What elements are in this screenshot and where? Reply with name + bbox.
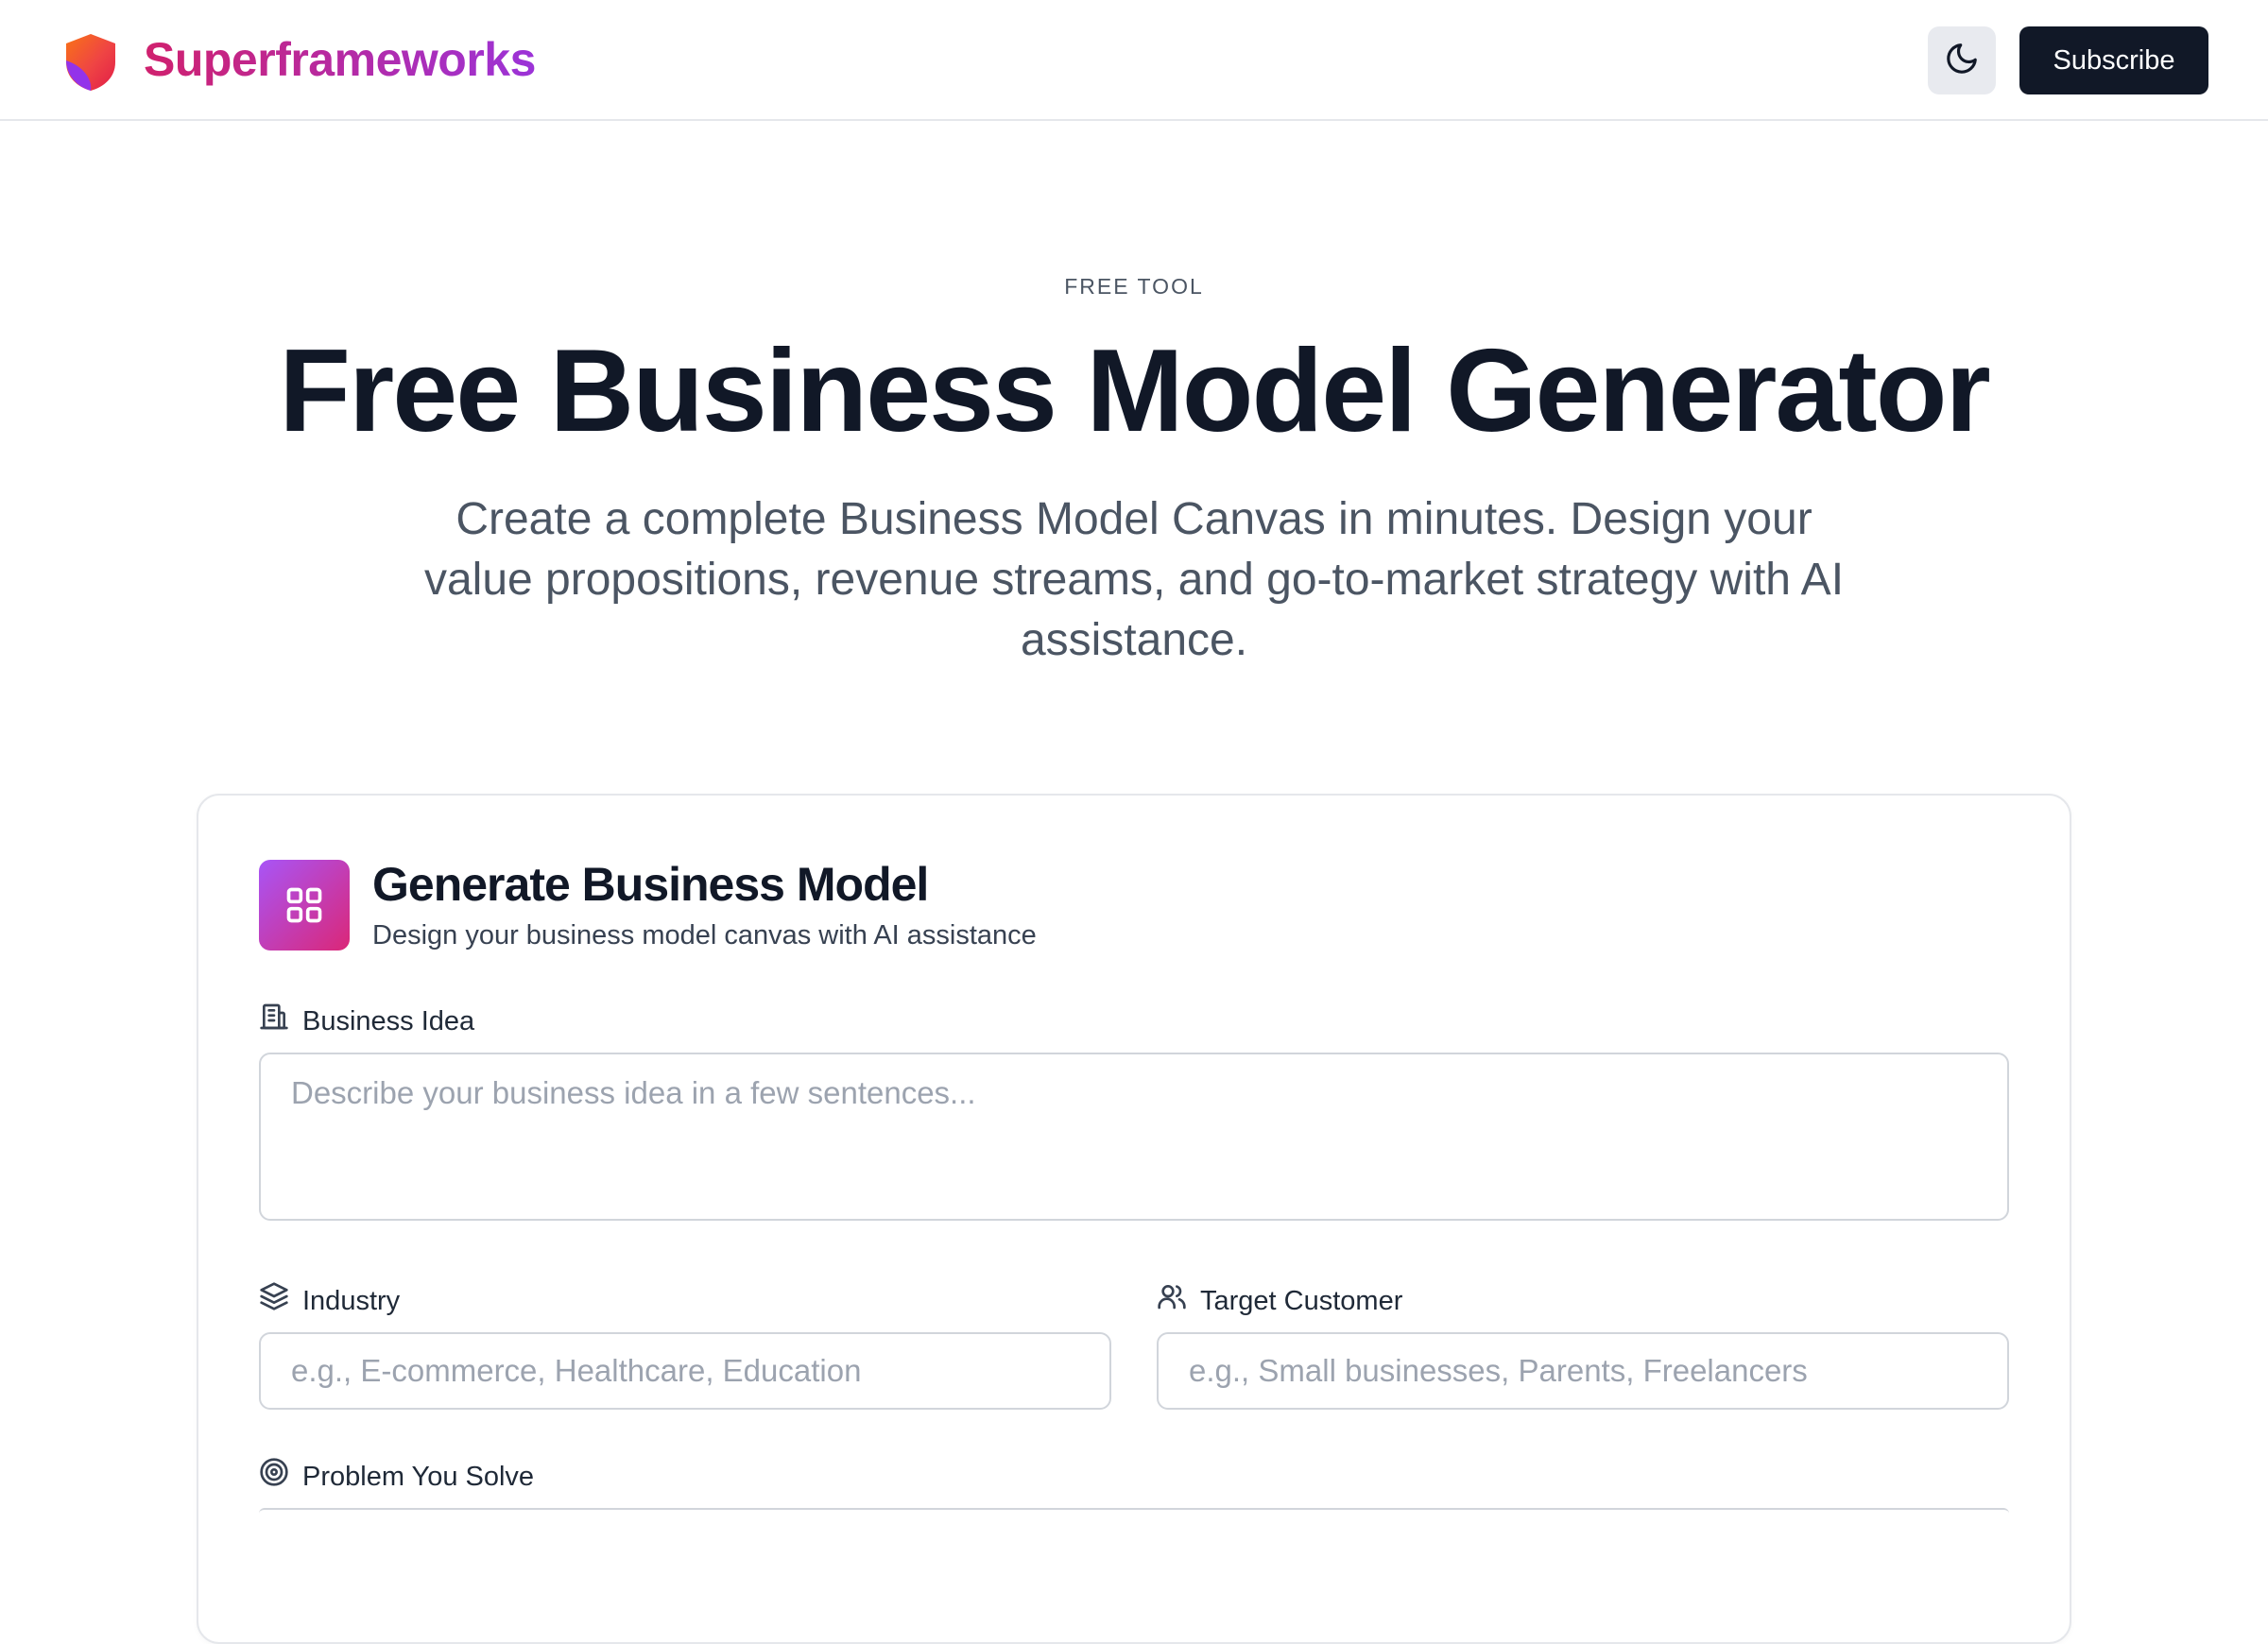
business-idea-label-text: Business Idea bbox=[302, 1005, 475, 1036]
problem-input[interactable] bbox=[259, 1508, 2009, 1514]
layers-icon bbox=[259, 1281, 289, 1320]
industry-label-text: Industry bbox=[302, 1285, 401, 1316]
problem-label-text: Problem You Solve bbox=[302, 1461, 535, 1492]
users-icon bbox=[1157, 1281, 1187, 1320]
card-subtitle: Design your business model canvas with A… bbox=[372, 920, 1037, 950]
building-icon bbox=[259, 1002, 289, 1040]
site-header: Superframeworks Subscribe bbox=[0, 0, 2268, 121]
target-icon bbox=[259, 1457, 289, 1496]
card-title: Generate Business Model bbox=[372, 858, 929, 911]
hero-eyebrow: FREE TOOL bbox=[1064, 274, 1204, 299]
grid-icon bbox=[259, 860, 350, 950]
theme-toggle-button[interactable] bbox=[1928, 26, 1996, 94]
business-idea-label: Business Idea bbox=[259, 1002, 474, 1040]
hero-subtitle: Create a complete Business Model Canvas … bbox=[423, 494, 1845, 665]
brand-name[interactable]: Superframeworks bbox=[144, 28, 536, 91]
problem-label: Problem You Solve bbox=[259, 1457, 534, 1496]
industry-label: Industry bbox=[259, 1281, 400, 1320]
subscribe-button[interactable]: Subscribe bbox=[2019, 26, 2208, 94]
page-title: Free Business Model Generator bbox=[279, 326, 1990, 456]
target-customer-input[interactable] bbox=[1157, 1332, 2009, 1410]
shield-icon[interactable] bbox=[62, 32, 119, 93]
industry-input[interactable] bbox=[259, 1332, 1111, 1410]
target-customer-label-text: Target Customer bbox=[1200, 1285, 1403, 1316]
target-customer-label: Target Customer bbox=[1157, 1281, 1402, 1320]
moon-icon bbox=[1944, 41, 1980, 81]
business-idea-input[interactable] bbox=[259, 1053, 2009, 1221]
